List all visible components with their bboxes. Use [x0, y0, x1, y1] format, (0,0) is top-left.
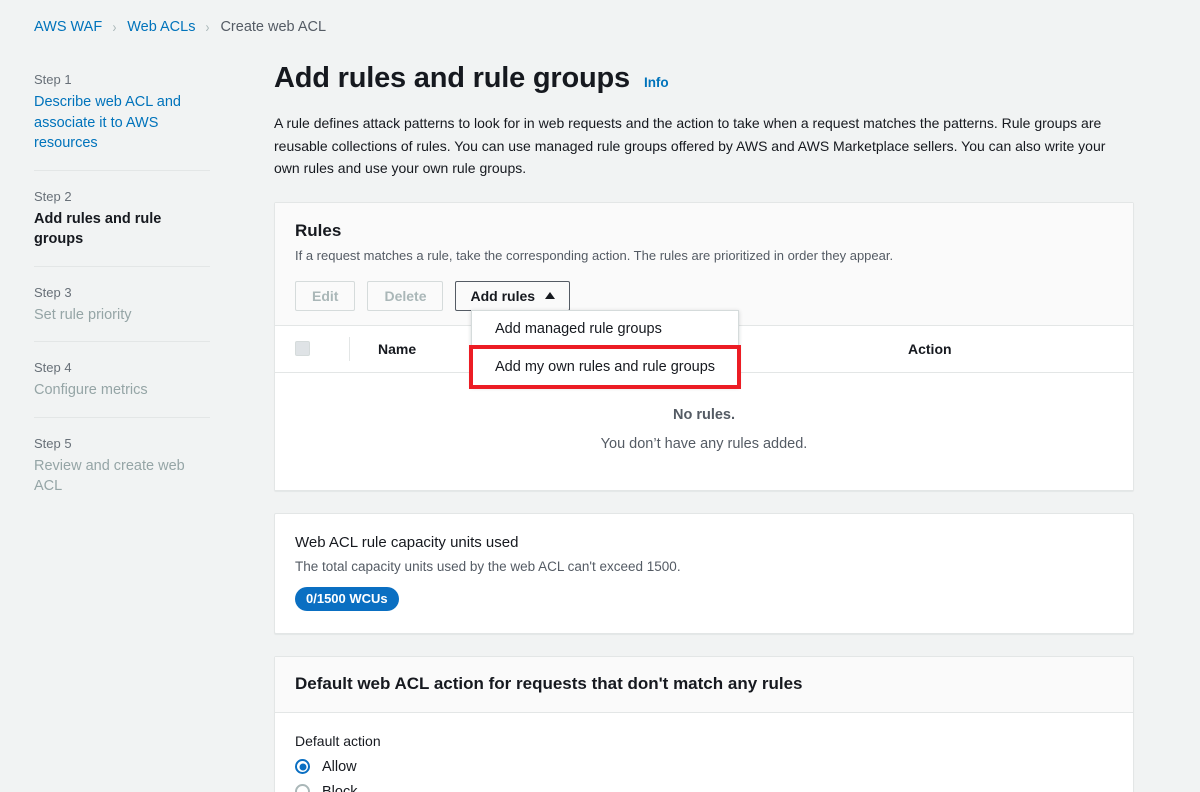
edit-button[interactable]: Edit — [295, 280, 356, 311]
step-label: Add rules and rule groups — [34, 210, 162, 248]
radio-option-block[interactable]: Block — [295, 784, 1113, 792]
breadcrumb: AWS WAF › Web ACLs › Create web ACL — [34, 19, 326, 35]
info-link[interactable]: Info — [644, 75, 669, 90]
create-web-acl-page: AWS WAF › Web ACLs › Create web ACL Step… — [0, 0, 1200, 792]
page-title: Add rules and rule groups — [274, 62, 630, 94]
sidebar-step-3[interactable]: Step 3 Set rule priority — [34, 265, 210, 342]
step-number: Step 3 — [34, 284, 72, 300]
sidebar-step-2[interactable]: Step 2 Add rules and rule groups — [34, 169, 210, 266]
default-action-panel-title: Default web ACL action for requests that… — [295, 673, 803, 693]
sidebar-step-1[interactable]: Step 1 Describe web ACL and associate it… — [34, 70, 210, 170]
radio-block-label: Block — [322, 783, 358, 792]
column-header-action[interactable]: Action — [908, 341, 952, 357]
breadcrumb-separator-icon: › — [206, 18, 210, 36]
step-label: Configure metrics — [34, 382, 148, 398]
step-number: Step 2 — [34, 188, 72, 204]
step-number: Step 1 — [34, 72, 72, 87]
wcu-status-badge: 0/1500 WCUs — [295, 586, 399, 611]
rules-action-bar: Edit Delete Add rules Add managed rule g… — [275, 264, 1133, 389]
delete-button[interactable]: Delete — [367, 280, 444, 311]
default-action-label: Default action — [295, 732, 381, 749]
empty-state-title: No rules. — [672, 406, 736, 423]
chevron-up-icon — [545, 292, 556, 299]
default-action-panel-body: Default action Allow Block Custom reques… — [275, 712, 1133, 792]
add-rules-label: Add rules — [470, 287, 536, 304]
rules-panel: Rules If a request matches a rule, take … — [274, 201, 1134, 491]
breadcrumb-separator-icon: › — [112, 18, 117, 36]
step-number: Step 5 — [34, 435, 72, 451]
rules-empty-state: No rules. You don’t have any rules added… — [275, 372, 1133, 490]
empty-state-subtitle: You don’t have any rules added. — [600, 435, 808, 452]
breadcrumb-item-web-acls[interactable]: Web ACLs — [127, 19, 195, 35]
wizard-steps-sidebar: Step 1 Describe web ACL and associate it… — [34, 70, 210, 513]
sidebar-step-5[interactable]: Step 5 Review and create web ACL — [34, 416, 210, 513]
radio-allow-indicator[interactable] — [295, 759, 310, 774]
radio-allow-label: Allow — [322, 758, 357, 775]
rules-panel-title: Rules — [295, 220, 342, 240]
menu-item-add-managed-rule-groups[interactable]: Add managed rule groups — [472, 311, 738, 348]
default-action-panel: Default web ACL action for requests that… — [274, 655, 1134, 792]
step-number: Step 4 — [34, 360, 72, 375]
capacity-subtitle: The total capacity units used by the web… — [295, 558, 681, 574]
capacity-panel: Web ACL rule capacity units used The tot… — [274, 512, 1134, 634]
menu-item-add-my-own-rules-and-rule-groups[interactable]: Add my own rules and rule groups — [469, 344, 741, 389]
step-label[interactable]: Describe web ACL and associate it to AWS… — [34, 92, 210, 154]
add-rules-button[interactable]: Add rules — [455, 280, 571, 311]
breadcrumb-item-aws-waf[interactable]: AWS WAF — [34, 19, 102, 35]
column-divider — [349, 336, 350, 361]
radio-option-allow[interactable]: Allow — [295, 759, 1113, 775]
capacity-title: Web ACL rule capacity units used — [295, 533, 519, 551]
radio-block-indicator[interactable] — [295, 784, 310, 792]
rules-panel-subtitle: If a request matches a rule, take the co… — [295, 247, 894, 263]
step-label: Review and create web ACL — [34, 457, 185, 495]
breadcrumb-item-create-web-acl: Create web ACL — [220, 19, 327, 35]
page-description: A rule defines attack patterns to look f… — [274, 115, 1106, 176]
step-label: Set rule priority — [34, 306, 132, 323]
select-all-checkbox-cell[interactable] — [295, 326, 349, 372]
default-action-panel-header: Default web ACL action for requests that… — [275, 656, 1133, 713]
page-header: Add rules and rule groups Info — [274, 62, 1134, 95]
sidebar-step-4[interactable]: Step 4 Configure metrics — [34, 341, 210, 417]
add-rules-dropdown-menu: Add managed rule groups Add my own rules… — [469, 309, 741, 389]
rules-panel-header: Rules If a request matches a rule, take … — [275, 202, 1133, 265]
main-content: Add rules and rule groups Info A rule de… — [274, 62, 1134, 792]
select-all-checkbox[interactable] — [295, 341, 310, 356]
